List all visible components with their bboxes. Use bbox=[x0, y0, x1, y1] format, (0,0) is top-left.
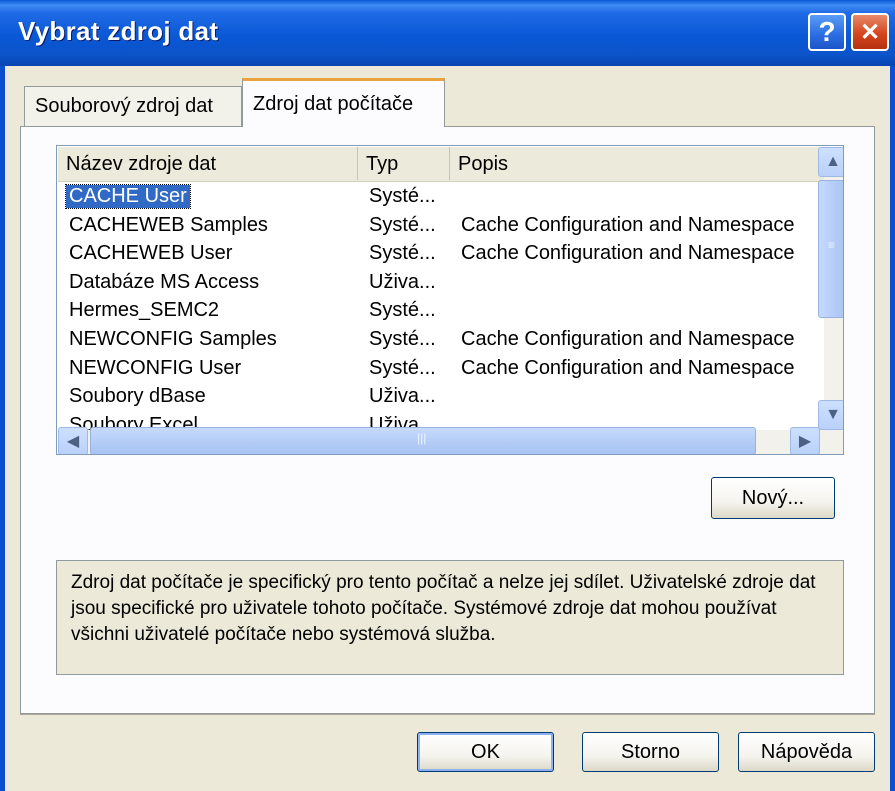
scroll-right-button[interactable]: ▶ bbox=[790, 427, 820, 454]
data-source-description: Cache Configuration and Namespace bbox=[461, 356, 795, 379]
column-header-name[interactable]: Název zdroje dat bbox=[58, 147, 358, 180]
data-source-type: Systé... bbox=[369, 299, 436, 322]
data-source-name: NEWCONFIG User bbox=[69, 356, 242, 379]
data-source-name: Hermes_SEMC2 bbox=[69, 299, 220, 322]
tab-machine-dsn[interactable]: Zdroj dat počítače bbox=[242, 78, 445, 127]
window-border-left bbox=[0, 66, 5, 791]
title-bar[interactable]: Vybrat zdroj dat ? ✕ bbox=[0, 0, 895, 66]
info-text: Zdroj dat počítače je specifický pro ten… bbox=[71, 572, 816, 645]
data-source-description: Cache Configuration and Namespace bbox=[461, 327, 795, 350]
new-button-label: Nový... bbox=[741, 486, 805, 509]
column-header-type[interactable]: Typ bbox=[358, 147, 450, 180]
data-source-name: CACHE User bbox=[65, 184, 191, 209]
grip-icon: ||| bbox=[417, 431, 427, 445]
data-source-name: NEWCONFIG Samples bbox=[69, 327, 277, 350]
grip-icon: ≡ bbox=[828, 238, 836, 252]
list-item[interactable]: Databáze MS Access Uživa... bbox=[58, 269, 824, 298]
chevron-right-icon: ▶ bbox=[798, 433, 812, 450]
window-title: Vybrat zdroj dat bbox=[18, 16, 219, 46]
ok-button[interactable]: OK bbox=[417, 732, 554, 772]
data-source-name: CACHEWEB User bbox=[69, 242, 233, 265]
chevron-left-icon: ◀ bbox=[66, 433, 80, 450]
data-source-description: Cache Configuration and Namespace bbox=[461, 213, 795, 236]
close-button[interactable]: ✕ bbox=[851, 13, 889, 51]
info-text-box: Zdroj dat počítače je specifický pro ten… bbox=[56, 560, 844, 675]
list-item[interactable]: Soubory dBase Uživa... bbox=[58, 383, 824, 412]
list-item[interactable]: CACHE User Systé... bbox=[58, 183, 824, 212]
help-button[interactable]: Nápověda bbox=[738, 732, 875, 772]
horizontal-scrollbar[interactable]: ◀ ||| ▶ bbox=[58, 427, 843, 454]
cancel-button[interactable]: Storno bbox=[582, 732, 719, 772]
data-source-type: Systé... bbox=[369, 327, 436, 350]
close-icon: ✕ bbox=[859, 18, 881, 46]
list-item[interactable]: Hermes_SEMC2 Systé... bbox=[58, 297, 824, 326]
data-source-name: Soubory dBase bbox=[69, 385, 206, 408]
list-item[interactable]: CACHEWEB User Systé... Cache Configurati… bbox=[58, 240, 824, 269]
scroll-down-button[interactable]: ▼ bbox=[818, 400, 843, 430]
data-source-type: Systé... bbox=[369, 242, 436, 265]
scroll-up-button[interactable]: ▲ bbox=[818, 147, 843, 177]
chevron-up-icon: ▲ bbox=[825, 153, 841, 170]
data-source-type: Systé... bbox=[369, 213, 436, 236]
data-source-list[interactable]: Název zdroje dat Typ Popis CACHE User Sy… bbox=[56, 145, 844, 455]
data-source-type: Uživa... bbox=[369, 270, 436, 293]
list-item[interactable]: NEWCONFIG User Systé... Cache Configurat… bbox=[58, 355, 824, 384]
tab-file-dsn[interactable]: Souborový zdroj dat bbox=[24, 86, 242, 126]
tab-label: Souborový zdroj dat bbox=[35, 95, 213, 117]
window-border-right bbox=[890, 66, 895, 791]
tab-label: Zdroj dat počítače bbox=[253, 93, 414, 115]
dialog-window: Vybrat zdroj dat ? ✕ Souborový zdroj dat… bbox=[0, 0, 895, 791]
list-item[interactable]: NEWCONFIG Samples Systé... Cache Configu… bbox=[58, 326, 824, 355]
help-title-button[interactable]: ? bbox=[808, 13, 846, 51]
list-header: Název zdroje dat Typ Popis bbox=[58, 147, 824, 182]
column-header-description[interactable]: Popis bbox=[450, 147, 824, 180]
help-button-label: Nápověda bbox=[760, 740, 853, 763]
data-source-description: Cache Configuration and Namespace bbox=[461, 242, 795, 265]
cancel-button-label: Storno bbox=[621, 740, 680, 763]
horizontal-scroll-thumb[interactable]: ||| bbox=[90, 427, 756, 454]
data-source-type: Systé... bbox=[369, 356, 436, 379]
data-source-name: Databáze MS Access bbox=[69, 270, 260, 293]
ok-button-label: OK bbox=[471, 740, 500, 763]
list-item[interactable]: CACHEWEB Samples Systé... Cache Configur… bbox=[58, 212, 824, 241]
data-source-type: Systé... bbox=[369, 185, 436, 207]
data-source-type: Uživa... bbox=[369, 385, 436, 408]
scroll-left-button[interactable]: ◀ bbox=[58, 427, 88, 454]
chevron-down-icon: ▼ bbox=[825, 406, 841, 423]
vertical-scrollbar[interactable]: ▲ ≡ ▼ bbox=[818, 147, 843, 430]
question-icon: ? bbox=[818, 16, 836, 47]
list-rows: CACHE User Systé... CACHEWEB Samples Sys… bbox=[58, 183, 824, 430]
vertical-scroll-thumb[interactable]: ≡ bbox=[818, 180, 843, 318]
data-source-name: CACHEWEB Samples bbox=[69, 213, 268, 236]
panel-bottom-edge bbox=[20, 714, 875, 715]
new-button[interactable]: Nový... bbox=[711, 477, 835, 519]
